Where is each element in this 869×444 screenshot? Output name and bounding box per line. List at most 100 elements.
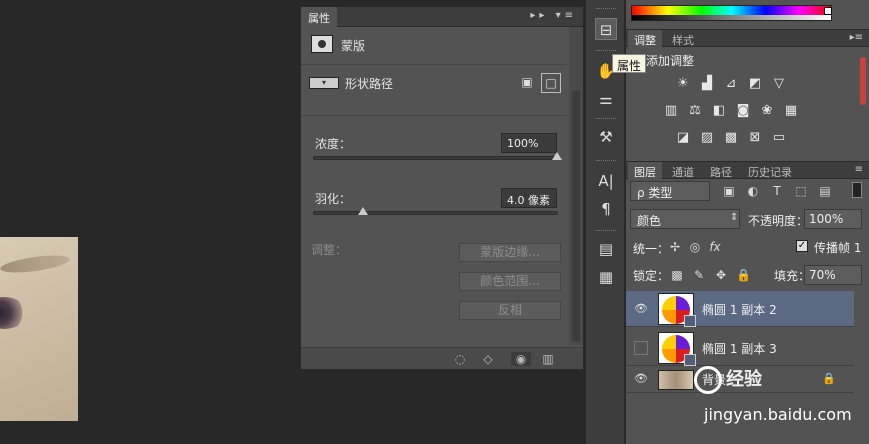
layers-tabbar: 图层 通道 路径 历史记录 ≡ bbox=[626, 161, 869, 179]
invert-button[interactable]: 反相 bbox=[459, 301, 561, 320]
tab-layers[interactable]: 图层 bbox=[628, 162, 662, 179]
character-icon[interactable]: A| bbox=[595, 170, 617, 192]
add-adjustment-label: 添加调整 bbox=[646, 54, 695, 68]
add-vector-mask-icon[interactable]: ▣ bbox=[519, 75, 535, 91]
adjustments-scrollbar[interactable] bbox=[860, 57, 866, 105]
density-slider-thumb[interactable] bbox=[552, 152, 562, 160]
delete-mask-icon[interactable]: ▥ bbox=[541, 352, 555, 366]
opacity-field[interactable]: 100% bbox=[804, 209, 862, 229]
layer-thumbnail bbox=[658, 332, 696, 366]
layer-comps-icon[interactable]: ▤ bbox=[595, 238, 617, 260]
color-swatch-white[interactable] bbox=[824, 7, 832, 15]
pixel-mask-icon[interactable] bbox=[311, 35, 333, 53]
channel-mixer-icon[interactable]: ❀ bbox=[759, 103, 775, 119]
feather-slider-thumb[interactable] bbox=[357, 207, 368, 215]
visibility-toggle-empty[interactable] bbox=[634, 341, 648, 355]
vector-mask-dropdown[interactable]: ▾ bbox=[309, 77, 339, 89]
watermark-logo: 经验 bbox=[694, 365, 762, 394]
blend-mode-select[interactable]: 颜色 bbox=[630, 209, 740, 229]
eye-icon[interactable]: 👁 bbox=[634, 302, 648, 316]
opacity-label: 不透明度： bbox=[748, 214, 809, 228]
lock-position-icon[interactable]: ✥ bbox=[714, 268, 728, 282]
filter-shape-icon[interactable]: ⬚ bbox=[794, 184, 808, 198]
eye-icon[interactable]: 👁 bbox=[634, 372, 648, 386]
filter-adjustment-icon[interactable]: ◐ bbox=[746, 184, 760, 198]
unify-style-icon[interactable]: fx bbox=[708, 240, 722, 254]
fill-field[interactable]: 70% bbox=[804, 265, 862, 285]
select-vector-mask-icon[interactable]: □ bbox=[541, 73, 561, 93]
canvas-image bbox=[0, 237, 78, 421]
chevron-updown-icon: ⇕ bbox=[730, 212, 739, 223]
properties-icon[interactable]: ⊟ bbox=[595, 18, 617, 40]
lock-brush-icon[interactable]: ✎ bbox=[692, 268, 706, 282]
panel-menu-icon[interactable]: ≡ bbox=[855, 164, 863, 175]
layer-name[interactable]: 椭圆 1 副本 3 bbox=[702, 340, 777, 357]
curves-icon[interactable]: ⊿ bbox=[723, 76, 739, 92]
filter-smart-icon[interactable]: ▤ bbox=[818, 184, 832, 198]
mask-edge-button[interactable]: 蒙版边缘... bbox=[459, 243, 561, 262]
lock-icon: 🔒 bbox=[822, 372, 836, 385]
tab-adjustments[interactable]: 调整 bbox=[628, 30, 662, 47]
gradient-map-icon[interactable]: ▭ bbox=[771, 130, 787, 146]
unify-label: 统一： bbox=[633, 242, 670, 256]
properties-footer: ◌ ◇ ◉ ▥ bbox=[301, 347, 583, 369]
mask-title: 蒙版 bbox=[341, 39, 366, 53]
photo-filter-icon[interactable]: ◙ bbox=[735, 103, 751, 119]
feather-slider[interactable] bbox=[313, 207, 558, 215]
divider bbox=[301, 64, 567, 65]
hue-sat-icon[interactable]: ▥ bbox=[663, 103, 679, 119]
propagate-label: 传播帧 1 bbox=[814, 241, 862, 255]
panel-collapse-icon[interactable]: ▸▸ ▾≡ bbox=[530, 10, 577, 21]
posterize-icon[interactable]: ▨ bbox=[699, 130, 715, 146]
properties-scrollbar[interactable] bbox=[569, 27, 583, 345]
tab-paths[interactable]: 路径 bbox=[704, 162, 738, 179]
brightness-icon[interactable]: ☀ bbox=[675, 76, 691, 92]
strip-grip bbox=[596, 160, 616, 162]
tab-history[interactable]: 历史记录 bbox=[742, 162, 798, 179]
filter-pixel-icon[interactable]: ▣ bbox=[722, 184, 736, 198]
strip-grip bbox=[596, 118, 616, 120]
load-selection-icon[interactable]: ◌ bbox=[453, 352, 467, 366]
layer-filter-select[interactable]: ρ 类型 bbox=[630, 181, 710, 201]
filter-toggle[interactable] bbox=[852, 182, 862, 198]
tab-styles[interactable]: 样式 bbox=[666, 30, 700, 47]
refine-label: 调整： bbox=[311, 243, 348, 257]
exposure-icon[interactable]: ◩ bbox=[747, 76, 763, 92]
propagate-checkbox[interactable]: ✓ bbox=[796, 240, 808, 252]
strip-grip bbox=[596, 8, 616, 10]
filter-type-icon[interactable]: T bbox=[770, 184, 784, 198]
color-range-button[interactable]: 颜色范围... bbox=[459, 272, 561, 291]
color-spectrum[interactable] bbox=[631, 5, 832, 21]
layer-thumbnail bbox=[658, 293, 696, 327]
selective-color-icon[interactable]: ⊠ bbox=[747, 130, 763, 146]
tab-properties[interactable]: 属性 bbox=[301, 7, 337, 27]
layer-row[interactable]: 👁 椭圆 1 副本 2 bbox=[626, 291, 854, 327]
levels-icon[interactable]: ▟ bbox=[699, 76, 715, 92]
lock-all-icon[interactable]: 🔒 bbox=[736, 268, 751, 282]
feather-label: 羽化： bbox=[315, 192, 352, 206]
density-slider[interactable] bbox=[313, 152, 562, 160]
color-balance-icon[interactable]: ⚖ bbox=[687, 103, 703, 119]
paragraph-icon[interactable]: ¶ bbox=[595, 198, 617, 220]
clone-source-icon[interactable]: ⚒ bbox=[595, 126, 617, 148]
visibility-icon[interactable]: ◉ bbox=[511, 352, 531, 366]
apply-mask-icon[interactable]: ◇ bbox=[481, 352, 495, 366]
layer-row[interactable]: 椭圆 1 副本 3 bbox=[626, 330, 854, 366]
panel-menu-icon[interactable]: ▸≡ bbox=[850, 32, 863, 43]
color-lookup-icon[interactable]: ▦ bbox=[783, 103, 799, 119]
tab-channels[interactable]: 通道 bbox=[666, 162, 700, 179]
bw-icon[interactable]: ◧ bbox=[711, 103, 727, 119]
lock-label: 锁定： bbox=[633, 269, 670, 283]
invert-icon[interactable]: ◪ bbox=[675, 130, 691, 146]
unify-visibility-icon[interactable]: ◎ bbox=[688, 240, 702, 254]
lock-transparent-icon[interactable]: ▩ bbox=[670, 268, 684, 282]
unify-position-icon[interactable]: ✢ bbox=[668, 240, 682, 254]
layer-name[interactable]: 椭圆 1 副本 2 bbox=[702, 301, 777, 318]
vibrance-icon[interactable]: ▽ bbox=[771, 76, 787, 92]
adjustments-tabbar: 调整 样式 ▸≡ bbox=[626, 29, 869, 47]
notes-icon[interactable]: ▦ bbox=[595, 266, 617, 288]
feather-field[interactable]: 4.0 像素 bbox=[501, 188, 557, 208]
density-field[interactable]: 100% bbox=[501, 133, 557, 153]
brush-presets-icon[interactable]: ⚌ bbox=[595, 88, 617, 110]
threshold-icon[interactable]: ▩ bbox=[723, 130, 739, 146]
